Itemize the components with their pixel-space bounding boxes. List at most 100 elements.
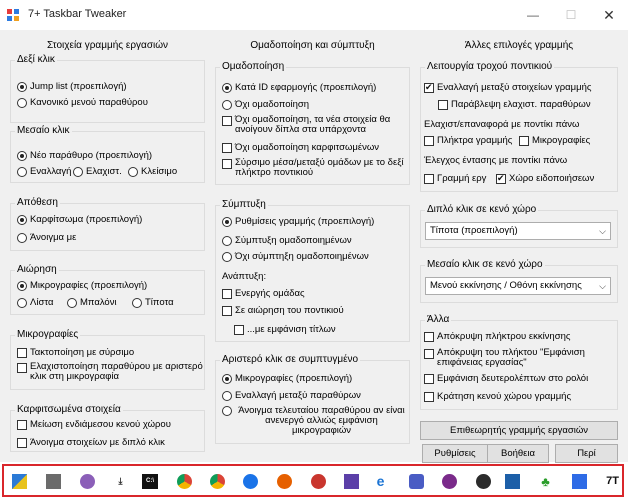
radio-selected-icon: [17, 81, 27, 92]
minimize-button[interactable]: —: [514, 0, 552, 30]
middle-click-switch-radio[interactable]: Εναλλαγή: [17, 166, 71, 177]
hover-balloon-radio[interactable]: Μπαλόνι: [67, 297, 117, 308]
right-click-window-menu-radio[interactable]: Κανονικό μενού παραθύρου: [17, 97, 148, 108]
column-title-other-options: Άλλες επιλογές γραμμής: [464, 40, 574, 51]
image-viewer-icon[interactable]: [344, 474, 359, 489]
right-click-jumplist-radio[interactable]: Jump list (προεπιλογή): [17, 81, 127, 92]
drop-pin-radio[interactable]: Καρφίτσωμα (προεπιλογή): [17, 214, 142, 225]
download-icon[interactable]: ⤓: [113, 474, 128, 489]
settings-button[interactable]: Ρυθμίσεις: [422, 444, 488, 463]
thumbnails-drag-reorder-checkbox[interactable]: Τακτοποίηση με σύρσιμο: [17, 347, 134, 358]
grouping-no-pinned-checkbox[interactable]: Όχι ομαδοποίηση καρφιτσωμένων: [222, 142, 379, 153]
grouping-right-drag-checkbox[interactable]: Σύρσιμο μέσα/μεταξύ ομάδων με το δεξί πλ…: [222, 158, 408, 178]
browser-icon[interactable]: [80, 474, 95, 489]
pinned-double-click-checkbox[interactable]: Άνοιγμα στοιχείων με διπλό κλικ: [17, 437, 165, 448]
title-bar: 7+ Taskbar Tweaker — ☐ ✕: [0, 0, 628, 30]
window-title: 7+ Taskbar Tweaker: [28, 8, 127, 20]
radio-icon: [17, 297, 27, 308]
clover-icon[interactable]: ♣: [538, 474, 553, 489]
checkbox-icon: [222, 116, 232, 126]
checkbox-icon: [17, 363, 27, 373]
checkbox-icon: [17, 347, 27, 358]
column-title-taskbar-items: Στοιχεία γραμμής εργασιών: [46, 40, 169, 51]
checkbox-icon: [17, 437, 27, 448]
window-icon[interactable]: [505, 474, 520, 489]
taskbar-inspector-button[interactable]: Επιθεωρητής γραμμής εργασιών: [420, 421, 618, 440]
7tt-app-icon[interactable]: [12, 474, 27, 489]
checkbox-icon: [17, 419, 27, 430]
drop-open-with-radio[interactable]: Άνοιγμα με: [17, 232, 76, 243]
docs-icon[interactable]: [572, 474, 587, 489]
show-clock-seconds-checkbox[interactable]: Εμφάνιση δευτερολέπτων στο ρολόι: [424, 373, 588, 384]
grouping-open-next-checkbox[interactable]: Όχι ομαδοποίηση, τα νέα στοιχεία θα ανοί…: [222, 115, 408, 135]
firefox-icon[interactable]: [277, 474, 292, 489]
media-icon[interactable]: [311, 474, 326, 489]
chevron-down-icon: ⌵: [599, 226, 606, 236]
mouse-wheel-group-title: Λειτουργία τροχού ποντικιού: [425, 61, 555, 72]
about-button[interactable]: Περί: [555, 444, 618, 463]
expand-label: Ανάπτυξη:: [222, 271, 267, 282]
expand-active-group-checkbox[interactable]: Ενεργής ομάδας: [222, 288, 305, 299]
obs-icon[interactable]: [476, 474, 491, 489]
taskbar-app-icon[interactable]: [46, 474, 61, 489]
column-title-grouping: Ομαδοποίηση και σύμπτυξη: [250, 40, 375, 51]
left-click-open-last-radio[interactable]: Άνοιγμα τελευταίου παραθύρου αν είναι αν…: [222, 406, 408, 436]
terminal-icon[interactable]: C:\: [142, 474, 158, 489]
combine-grouped-radio[interactable]: Σύμπτυξη ομαδοποιημένων: [222, 235, 352, 246]
wheel-switch-items-checkbox[interactable]: Εναλλαγή μεταξύ στοιχείων γραμμής: [424, 82, 591, 93]
double-click-empty-group-title: Διπλό κλικ σε κενό χώρο: [425, 204, 539, 215]
volume-control-label: Έλεγχος έντασης με ποντίκι πάνω: [424, 155, 568, 166]
wheel-skip-minimized-checkbox[interactable]: Παράβλεψη ελαχιστ. παραθύρων: [438, 99, 591, 110]
minimize-taskbar-buttons-checkbox[interactable]: Πλήκτρα γραμμής: [424, 135, 512, 146]
settings-icon[interactable]: [409, 474, 424, 489]
checkbox-icon: [519, 135, 529, 146]
radio-icon: [17, 232, 27, 243]
drop-group: [10, 203, 205, 251]
radio-icon: [222, 390, 232, 401]
hover-list-radio[interactable]: Λίστα: [17, 297, 53, 308]
middle-click-new-window-radio[interactable]: Νέο παράθυρο (προεπιλογή): [17, 150, 152, 161]
checkbox-checked-icon: [424, 82, 434, 93]
chrome-icon[interactable]: [177, 474, 192, 489]
middle-click-close-radio[interactable]: Κλείσιμο: [128, 166, 177, 177]
grouping-by-appid-radio[interactable]: Κατά ID εφαρμογής (προεπιλογή): [222, 82, 376, 93]
combine-none-radio[interactable]: Όχι σύμπτηξη ομαδοποιημένων: [222, 251, 369, 262]
left-click-cycle-windows-radio[interactable]: Εναλλαγή μεταξύ παραθύρων: [222, 390, 361, 401]
grouping-none-radio[interactable]: Όχι ομαδοποίηση: [222, 99, 309, 110]
combine-group-title: Σύμπτυξη: [220, 199, 268, 210]
middle-click-empty-dropdown[interactable]: Μενού εκκίνησης / Οθόνη εκκίνησης ⌵: [425, 277, 611, 295]
double-click-empty-dropdown[interactable]: Τίποτα (προεπιλογή) ⌵: [425, 222, 611, 240]
left-click-combined-group-title: Αριστερό κλικ σε συμπτυγμένο: [220, 354, 361, 365]
radio-icon: [222, 235, 232, 246]
close-button[interactable]: ✕: [590, 0, 628, 30]
hover-thumbnails-radio[interactable]: Μικρογραφίες (προεπιλογή): [17, 280, 147, 291]
radio-selected-icon: [17, 150, 27, 161]
sync-icon[interactable]: [243, 474, 258, 489]
volume-notification-area-checkbox[interactable]: Χώρο ειδοποιήσεων: [496, 173, 594, 184]
pinned-reduce-space-checkbox[interactable]: Μείωση ενδιάμεσου κενού χώρου: [17, 419, 171, 430]
thumbnails-minimize-checkbox[interactable]: Ελαχιστοποίηση παραθύρου με αριστερό κλι…: [17, 362, 203, 382]
help-button[interactable]: Βοήθεια: [487, 444, 549, 463]
7tt-tray-icon[interactable]: 7T: [605, 474, 620, 489]
hover-group: [10, 270, 205, 315]
checkbox-icon: [234, 324, 244, 335]
left-click-thumbnails-radio[interactable]: Μικρογραφίες (προεπιλογή): [222, 373, 352, 384]
expand-on-hover-checkbox[interactable]: Σε αιώρηση του ποντικιού: [222, 305, 344, 316]
hide-show-desktop-checkbox[interactable]: Απόκρυψη του πλήκτου "Εμφάνιση επιφάνεια…: [424, 348, 614, 368]
keep-empty-space-checkbox[interactable]: Κράτηση κενού χώρου γραμμής: [424, 391, 571, 402]
hover-nothing-radio[interactable]: Τίποτα: [132, 297, 174, 308]
volume-taskbar-checkbox[interactable]: Γραμμή εργ: [424, 173, 486, 184]
combine-taskbar-settings-radio[interactable]: Ρυθμίσεις γραμμής (προεπιλογή): [222, 216, 374, 227]
radio-icon: [222, 99, 232, 110]
expand-show-titles-checkbox[interactable]: ...με εμφάνιση τίτλων: [234, 324, 336, 335]
checkbox-checked-icon: [496, 173, 506, 184]
radio-icon: [73, 166, 83, 177]
edge-icon[interactable]: e: [373, 474, 388, 489]
app-icon[interactable]: [442, 474, 457, 489]
radio-selected-icon: [17, 214, 27, 225]
minimize-thumbnails-checkbox[interactable]: Μικρογραφίες: [519, 135, 590, 146]
chrome-icon-2[interactable]: [210, 474, 225, 489]
hide-start-button-checkbox[interactable]: Απόκρυψη πλήκτρου εκκίνησης: [424, 331, 570, 342]
maximize-button[interactable]: ☐: [552, 0, 590, 30]
middle-click-minimize-radio[interactable]: Ελαχιστ.: [73, 166, 122, 177]
